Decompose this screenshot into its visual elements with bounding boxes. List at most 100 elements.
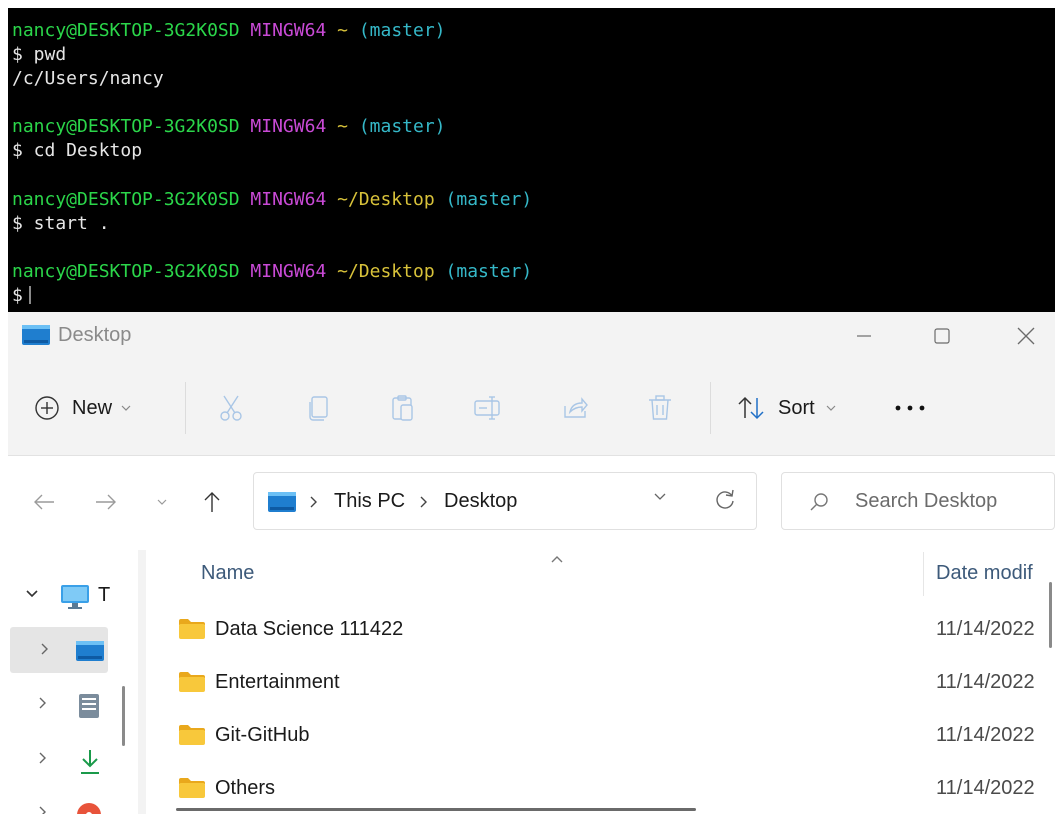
- prompt-branch: (master): [445, 261, 533, 282]
- content-area: T Name Date modif Data Science 111422 11…: [8, 550, 1055, 814]
- command-bar: New Sort: [8, 360, 1055, 456]
- column-header-name[interactable]: Name: [201, 562, 254, 585]
- share-button[interactable]: [560, 382, 590, 434]
- file-name: Data Science 111422: [215, 618, 404, 640]
- arrow-right-icon: [96, 494, 116, 510]
- more-icon: [895, 405, 925, 411]
- chevron-right-icon: [39, 806, 46, 814]
- title-bar[interactable]: Desktop: [8, 312, 1055, 360]
- chevron-right-icon: [39, 697, 46, 709]
- terminal-command: $ start .: [12, 213, 110, 234]
- pane-splitter[interactable]: [138, 550, 146, 814]
- terminal-input-line[interactable]: $: [12, 285, 31, 307]
- chevron-down-icon[interactable]: [652, 489, 668, 505]
- cut-button[interactable]: [216, 382, 246, 434]
- horizontal-scrollbar[interactable]: [176, 808, 696, 811]
- terminal-command: $ cd Desktop: [12, 140, 143, 161]
- nav-pane-scrollbar[interactable]: [122, 686, 125, 746]
- close-icon: [1017, 327, 1035, 345]
- prompt-shell: MINGW64: [250, 189, 327, 210]
- prompt-user: nancy@DESKTOP-3G2K0SD: [12, 189, 240, 210]
- download-icon: [81, 750, 99, 774]
- sort-label: Sort: [778, 396, 815, 419]
- paste-button[interactable]: [388, 382, 418, 434]
- search-icon: [810, 493, 828, 511]
- terminal-prompt-line: nancy@DESKTOP-3G2K0SD MINGW64 ~ (master): [12, 20, 446, 42]
- terminal-prompt-symbol: $: [12, 285, 23, 306]
- copy-icon: [309, 396, 328, 421]
- nav-item-documents[interactable]: [8, 681, 108, 727]
- folder-icon: [179, 672, 205, 692]
- search-placeholder: Search Desktop: [855, 490, 998, 512]
- documents-icon: [79, 694, 99, 718]
- music-icon: [77, 803, 101, 814]
- prompt-shell: MINGW64: [250, 116, 327, 137]
- refresh-icon[interactable]: [712, 487, 738, 513]
- recent-locations-button[interactable]: [144, 484, 180, 520]
- breadcrumb-this-pc[interactable]: This PC: [334, 490, 405, 513]
- chevron-down-icon: [157, 499, 167, 505]
- file-row[interactable]: Git-GitHub 11/14/2022: [146, 710, 1055, 762]
- window-title: Desktop: [58, 324, 132, 346]
- column-header-date-modified[interactable]: Date modif: [936, 562, 1033, 585]
- sort-button[interactable]: Sort: [736, 382, 837, 434]
- prompt-path: ~/Desktop: [337, 261, 435, 282]
- file-row[interactable]: Data Science 111422 11/14/2022: [146, 604, 1055, 656]
- file-date-modified: 11/14/2022: [936, 777, 1035, 799]
- forward-button[interactable]: [88, 484, 124, 520]
- copy-button[interactable]: [304, 382, 334, 434]
- chevron-right-icon: [41, 643, 48, 655]
- minimize-icon: [857, 335, 871, 337]
- nav-item-this-pc[interactable]: T: [8, 572, 111, 618]
- breadcrumb-desktop[interactable]: Desktop: [444, 490, 517, 513]
- delete-icon: [649, 395, 671, 420]
- minimize-button[interactable]: [836, 316, 892, 356]
- paste-icon: [392, 395, 413, 421]
- maximize-button[interactable]: [914, 316, 970, 356]
- delete-button[interactable]: [646, 382, 674, 434]
- file-explorer-window: Desktop New Sort This PC Desktop Search …: [8, 312, 1055, 814]
- plus-circle-icon: [35, 396, 59, 420]
- close-button[interactable]: [998, 316, 1054, 356]
- chevron-up-icon: [551, 556, 563, 563]
- file-date-modified: 11/14/2022: [936, 618, 1035, 640]
- address-bar[interactable]: This PC Desktop: [253, 472, 757, 530]
- nav-item-downloads[interactable]: [8, 736, 108, 782]
- prompt-branch: (master): [358, 20, 446, 41]
- chevron-right-icon: [310, 496, 317, 508]
- desktop-folder-icon: [268, 492, 296, 512]
- git-bash-terminal[interactable]: nancy@DESKTOP-3G2K0SD MINGW64 ~ (master)…: [8, 8, 1055, 312]
- prompt-shell: MINGW64: [250, 261, 327, 282]
- nav-item-desktop[interactable]: [10, 627, 108, 673]
- arrow-left-icon: [34, 494, 54, 510]
- maximize-icon: [934, 328, 950, 344]
- new-button[interactable]: New: [34, 382, 132, 434]
- file-date-modified: 11/14/2022: [936, 671, 1035, 693]
- folder-icon: [179, 725, 205, 745]
- prompt-path: ~: [337, 116, 348, 137]
- nav-item-label: T: [98, 584, 111, 606]
- terminal-cursor: [28, 286, 31, 304]
- column-divider[interactable]: [923, 552, 924, 596]
- chevron-right-icon: [39, 752, 46, 764]
- search-input[interactable]: Search Desktop: [781, 472, 1055, 530]
- rename-button[interactable]: [472, 382, 504, 434]
- prompt-user: nancy@DESKTOP-3G2K0SD: [12, 116, 240, 137]
- up-button[interactable]: [194, 484, 230, 520]
- back-button[interactable]: [26, 484, 62, 520]
- folder-icon: [179, 619, 205, 639]
- terminal-prompt-line: nancy@DESKTOP-3G2K0SD MINGW64 ~/Desktop …: [12, 261, 532, 283]
- rename-icon: [474, 396, 500, 420]
- sort-icon: [738, 396, 764, 420]
- file-row[interactable]: Entertainment 11/14/2022: [146, 657, 1055, 709]
- vertical-scrollbar[interactable]: [1049, 582, 1052, 648]
- desktop-folder-icon: [76, 641, 104, 661]
- navigation-bar: This PC Desktop Search Desktop: [8, 456, 1055, 550]
- terminal-prompt-line: nancy@DESKTOP-3G2K0SD MINGW64 ~ (master): [12, 116, 446, 138]
- prompt-user: nancy@DESKTOP-3G2K0SD: [12, 261, 240, 282]
- prompt-branch: (master): [445, 189, 533, 210]
- more-options-button[interactable]: [888, 382, 932, 434]
- nav-item-music[interactable]: [8, 790, 108, 814]
- file-row[interactable]: Others 11/14/2022: [146, 763, 1055, 814]
- chevron-down-icon: [121, 405, 131, 411]
